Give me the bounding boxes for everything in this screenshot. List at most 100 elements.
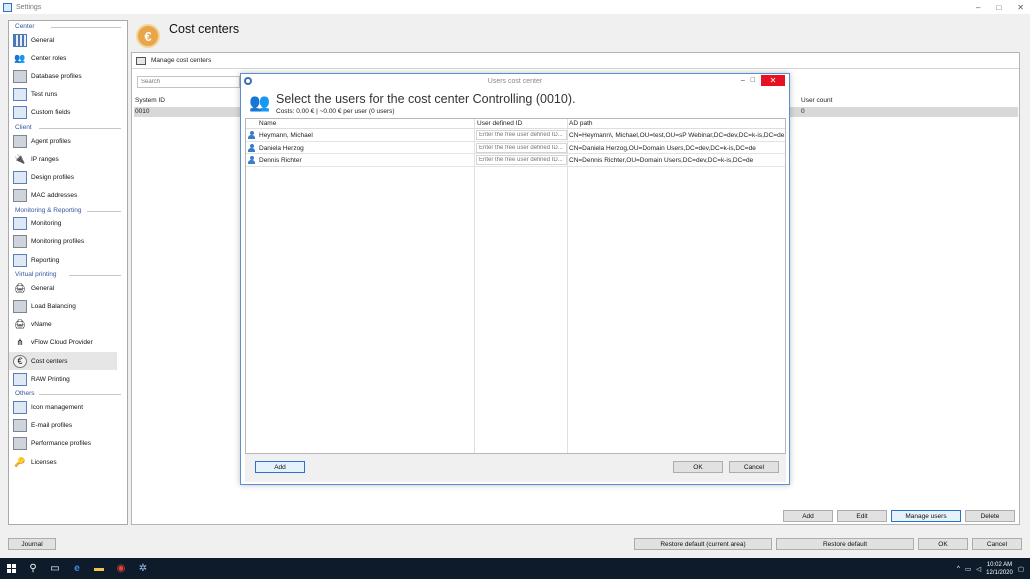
column-header-user-count[interactable]: User count	[801, 97, 832, 104]
nav-item-design-profiles[interactable]: Design profiles	[9, 168, 127, 186]
column-header-user-defined-id[interactable]: User defined ID	[477, 120, 522, 127]
user-defined-id-input[interactable]	[476, 142, 567, 153]
window-title: Settings	[16, 3, 42, 11]
users-table-header: Name User defined ID AD path	[246, 119, 785, 129]
network-plug-icon: 🔌	[14, 153, 26, 164]
column-header-system-id[interactable]: System ID	[135, 97, 165, 104]
dialog-heading: Select the users for the cost center Con…	[276, 92, 576, 106]
nav-item-vname[interactable]: 🖨 vName	[9, 316, 127, 334]
monitor-icon	[13, 170, 27, 184]
dialog-titlebar: Users cost center – □ ✕	[241, 74, 789, 88]
user-defined-id-input[interactable]	[476, 155, 567, 165]
delete-button[interactable]: Delete	[965, 510, 1015, 522]
nav-item-custom-fields[interactable]: Custom fields	[9, 104, 127, 122]
dialog-ok-button[interactable]: OK	[673, 461, 723, 473]
dialog-cancel-button[interactable]: Cancel	[729, 461, 779, 473]
nav-item-vflow-cloud-provider[interactable]: ⋔ vFlow Cloud Provider	[9, 334, 127, 352]
grid-icon	[13, 33, 27, 47]
column-separator	[567, 119, 568, 453]
user-icon	[248, 156, 255, 164]
network-icon[interactable]: ▭	[965, 565, 971, 573]
user-ad-path: CN=Daniela Herzog,OU=Domain Users,DC=dev…	[569, 144, 756, 152]
dialog-window-title: Users cost center	[487, 77, 543, 85]
close-button[interactable]: ✕	[1017, 3, 1024, 12]
dialog-header: 👥 Select the users for the cost center C…	[249, 91, 779, 119]
nav-group-others: Others	[9, 388, 127, 398]
nav-item-icon-management[interactable]: Icon management	[9, 398, 127, 416]
dialog-costs-summary: Costs: 0.00 € | ~0.00 € per user (0 user…	[276, 108, 395, 115]
manage-icon	[136, 56, 146, 65]
start-button[interactable]	[0, 558, 22, 579]
notifications-icon[interactable]: ▢	[1018, 565, 1024, 573]
cloud-nodes-icon: ⋔	[16, 337, 24, 348]
chevron-up-icon[interactable]: ^	[957, 565, 960, 572]
nav-group-virtual-printing: Virtual printing	[9, 269, 127, 279]
table-row[interactable]: Daniela Herzog CN=Daniela Herzog,OU=Doma…	[246, 142, 785, 154]
load-balancing-icon	[13, 300, 27, 314]
restore-default-button[interactable]: Restore default	[776, 538, 914, 550]
edit-button[interactable]: Edit	[837, 510, 887, 522]
nav-item-reporting[interactable]: Reporting	[9, 251, 127, 269]
taskbar-clock[interactable]: 10:02 AM 12/1/2020	[986, 561, 1013, 577]
journal-button[interactable]: Journal	[8, 538, 56, 550]
raw-printing-icon	[13, 372, 27, 386]
column-header-name[interactable]: Name	[259, 120, 276, 127]
nav-item-raw-printing[interactable]: RAW Printing	[9, 370, 127, 388]
table-row[interactable]: Heymann, Michael CN=Heymann\, Michael,OU…	[246, 129, 785, 142]
nav-item-database-profiles[interactable]: Database profiles	[9, 67, 127, 85]
dialog-add-button[interactable]: Add	[255, 461, 305, 473]
volume-icon[interactable]: ◁	[976, 565, 981, 573]
file-explorer-icon[interactable]: ▬	[88, 558, 110, 579]
app-logo-icon[interactable]: ✲	[132, 558, 154, 579]
nav-item-center-roles[interactable]: 👥 Center roles	[9, 49, 127, 67]
icon-management-icon	[13, 400, 27, 414]
nav-item-center-general[interactable]: General	[9, 31, 127, 49]
minimize-button[interactable]: –	[976, 3, 980, 12]
column-header-ad-path[interactable]: AD path	[569, 120, 593, 127]
column-separator	[474, 119, 475, 453]
user-group-icon: 👥	[14, 52, 26, 63]
window-titlebar: Settings – □ ✕	[0, 0, 1030, 14]
maximize-button[interactable]: □	[996, 3, 1001, 12]
search-icon[interactable]: ⚲	[22, 558, 44, 579]
user-name: Heymann, Michael	[259, 132, 313, 139]
nav-item-email-profiles[interactable]: E-mail profiles	[9, 417, 127, 435]
user-defined-id-input[interactable]	[476, 130, 567, 140]
agent-profiles-icon	[13, 134, 27, 148]
nav-item-ip-ranges[interactable]: 🔌 IP ranges	[9, 150, 127, 168]
restore-default-current-area-button[interactable]: Restore default (current area)	[634, 538, 772, 550]
chrome-icon[interactable]: ◉	[110, 558, 132, 579]
nav-item-test-runs[interactable]: Test runs	[9, 86, 127, 104]
dialog-window-controls: – □ ✕	[741, 75, 785, 86]
nav-item-licenses[interactable]: 🔑 Licenses	[9, 453, 127, 471]
task-view-icon[interactable]: ▭	[44, 558, 66, 579]
edge-browser-icon[interactable]: e	[66, 558, 88, 579]
nav-item-vp-general[interactable]: 🖨 General	[9, 279, 127, 297]
users-icon: 👥	[249, 93, 271, 112]
table-row[interactable]: Dennis Richter CN=Dennis Richter,OU=Doma…	[246, 154, 785, 167]
users-cost-center-dialog: Users cost center – □ ✕ 👥 Select the use…	[240, 73, 790, 485]
nav-item-mac-addresses[interactable]: MAC addresses	[9, 187, 127, 205]
nav-item-cost-centers[interactable]: € Cost centers	[9, 352, 117, 371]
dialog-minimize-button[interactable]: –	[741, 77, 745, 84]
ok-button[interactable]: OK	[918, 538, 968, 550]
nav-item-load-balancing[interactable]: Load Balancing	[9, 297, 127, 315]
nav-item-monitoring[interactable]: Monitoring	[9, 215, 127, 233]
printer-icon: 🖨	[14, 319, 26, 330]
monitoring-profiles-icon	[13, 235, 27, 249]
report-icon	[13, 253, 27, 267]
page-title: Cost centers	[169, 22, 240, 36]
manage-users-button[interactable]: Manage users	[891, 510, 961, 522]
user-name: Dennis Richter	[259, 157, 302, 164]
nav-item-monitoring-profiles[interactable]: Monitoring profiles	[9, 233, 127, 251]
dialog-maximize-button[interactable]: □	[751, 77, 755, 84]
nav-item-performance-profiles[interactable]: Performance profiles	[9, 435, 127, 453]
add-cost-center-button[interactable]: Add	[783, 510, 833, 522]
network-card-icon	[13, 189, 27, 203]
dialog-close-button[interactable]: ✕	[761, 75, 785, 86]
performance-profiles-icon	[13, 437, 27, 451]
nav-item-agent-profiles[interactable]: Agent profiles	[9, 132, 127, 150]
clock-date: 12/1/2020	[986, 569, 1013, 576]
cancel-button[interactable]: Cancel	[972, 538, 1022, 550]
search-input[interactable]	[137, 76, 240, 88]
